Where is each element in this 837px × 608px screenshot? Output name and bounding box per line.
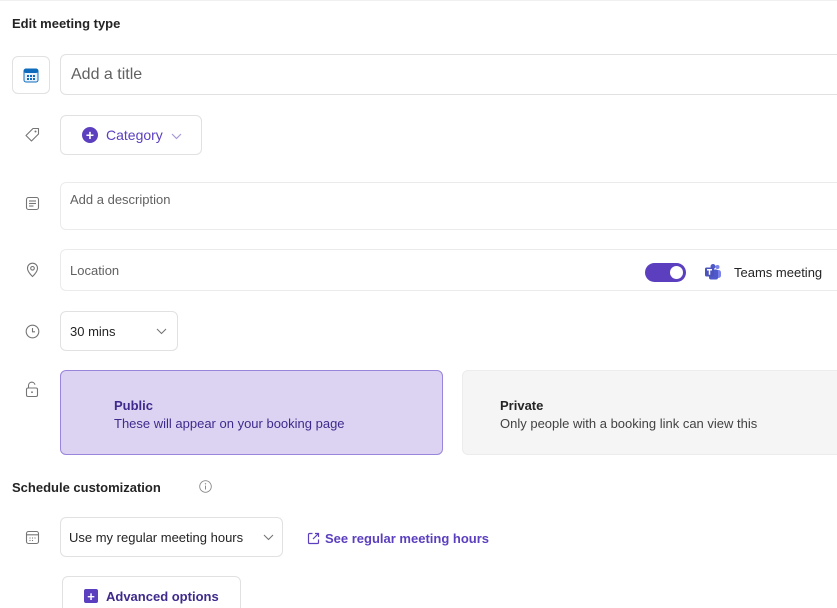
- chevron-down-icon: [171, 127, 182, 143]
- duration-select[interactable]: 30 mins: [60, 311, 178, 351]
- chevron-down-icon: [263, 529, 274, 544]
- teams-meeting-label: Teams meeting: [734, 265, 823, 280]
- visibility-public-option[interactable]: Public These will appear on your booking…: [60, 370, 443, 455]
- description-input[interactable]: Add a description: [60, 182, 837, 230]
- calendar-icon: [23, 68, 39, 83]
- toggle-knob: [670, 266, 683, 279]
- location-placeholder: Location: [70, 262, 120, 278]
- see-regular-hours-label: See regular meeting hours: [325, 531, 489, 546]
- public-title: Public: [114, 398, 154, 413]
- advanced-options-button[interactable]: + Advanced options: [62, 576, 241, 608]
- page-title: Edit meeting type: [12, 16, 121, 31]
- meeting-hours-value: Use my regular meeting hours: [69, 529, 244, 545]
- title-input[interactable]: Add a title: [60, 54, 837, 95]
- info-icon[interactable]: [199, 480, 212, 493]
- duration-value: 30 mins: [70, 323, 116, 339]
- description-placeholder: Add a description: [70, 192, 171, 207]
- notes-icon: [24, 195, 40, 211]
- clock-icon: [24, 323, 40, 339]
- schedule-heading: Schedule customization: [12, 480, 161, 495]
- edit-meeting-type-page: Edit meeting type Add a title + Category: [0, 0, 837, 608]
- private-description: Only people with a booking link can view…: [500, 416, 758, 431]
- teams-icon: [705, 264, 721, 280]
- visibility-private-option[interactable]: Private Only people with a booking link …: [462, 370, 837, 455]
- tag-icon: [24, 127, 40, 143]
- unlock-icon: [24, 381, 40, 397]
- chevron-down-icon: [156, 323, 167, 338]
- add-icon: +: [84, 589, 98, 603]
- open-external-icon: [307, 532, 320, 545]
- calendar-grid-icon: [24, 529, 40, 545]
- see-regular-hours-link[interactable]: See regular meeting hours: [307, 531, 489, 546]
- meeting-hours-select[interactable]: Use my regular meeting hours: [60, 517, 283, 557]
- category-label: Category: [106, 127, 163, 143]
- public-description: These will appear on your booking page: [114, 416, 345, 431]
- title-placeholder: Add a title: [71, 65, 143, 83]
- add-category-icon: +: [82, 127, 98, 143]
- location-pin-icon: [24, 262, 40, 278]
- private-title: Private: [500, 398, 544, 413]
- meeting-icon-picker[interactable]: [12, 56, 50, 94]
- advanced-options-label: Advanced options: [106, 588, 219, 604]
- category-button[interactable]: + Category: [60, 115, 202, 155]
- top-divider: [0, 0, 837, 1]
- teams-meeting-toggle[interactable]: [645, 263, 686, 282]
